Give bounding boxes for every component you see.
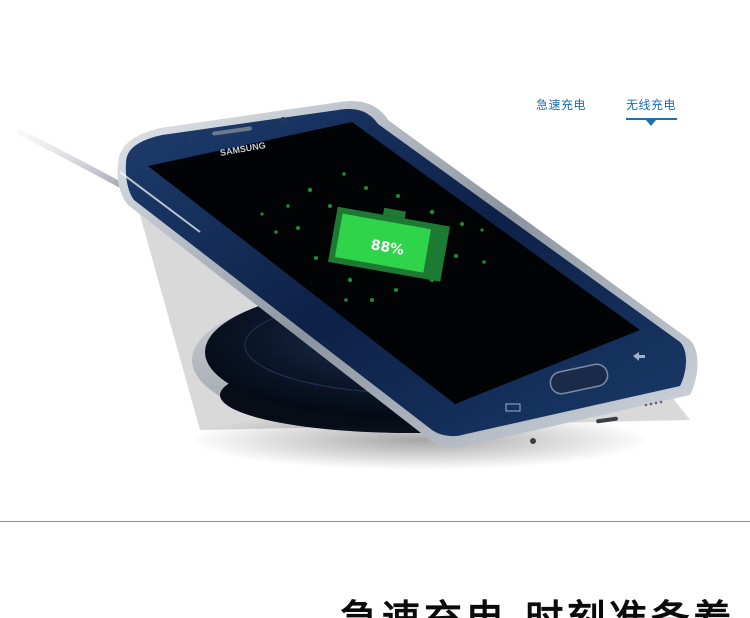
caret-down-icon — [646, 120, 656, 126]
tab-fast-charging[interactable]: 急速充电 — [536, 96, 586, 113]
section-headline: 急速充电 时刻准备着 — [340, 597, 735, 618]
phone-on-charger-illustration: SAMSUNG 88% — [0, 0, 750, 522]
section-divider — [0, 521, 750, 522]
hero-image: SAMSUNG 88% — [0, 0, 750, 522]
tab-wireless-charging[interactable]: 无线充电 — [626, 96, 676, 113]
charging-mode-tabs: 急速充电 无线充电 — [530, 96, 690, 130]
product-page: SAMSUNG 88% 急速充电 无线充电 — [0, 0, 750, 618]
